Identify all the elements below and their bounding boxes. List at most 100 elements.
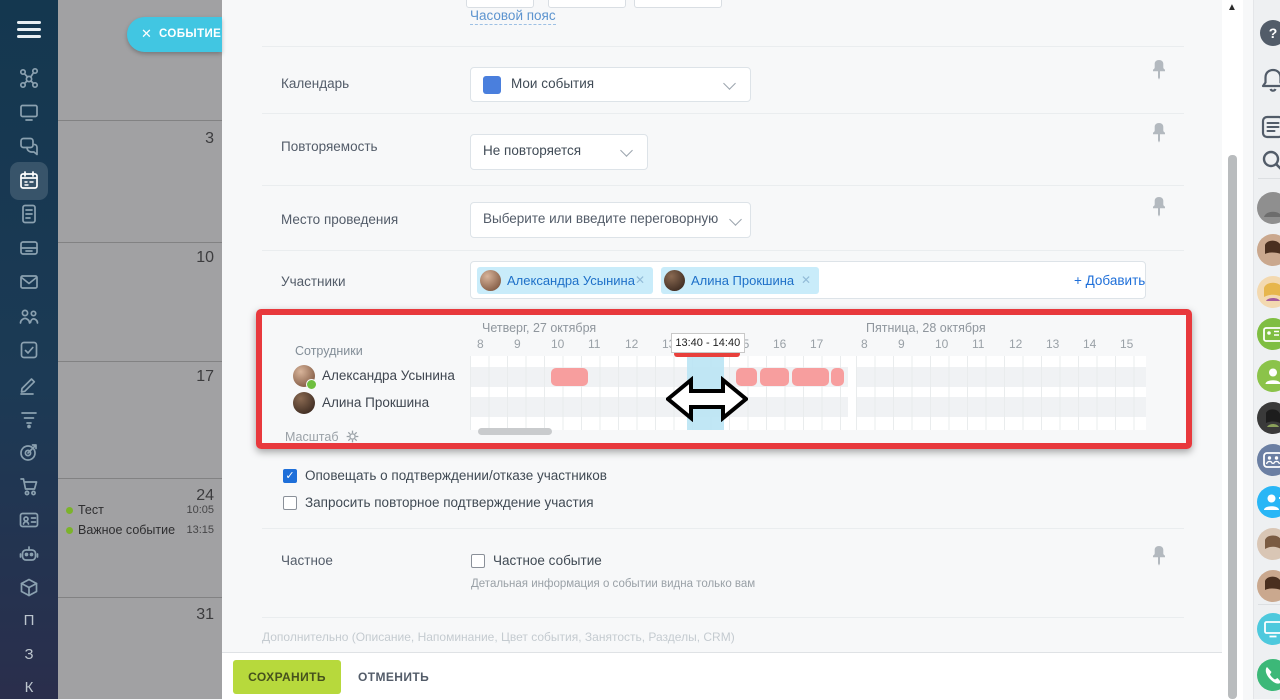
event-edit-page: ПЗК 310172431 Тест 10:05 Важное событие … — [0, 0, 1280, 699]
location-select[interactable]: Выберите или введите переговорную — [470, 202, 751, 238]
search-icon[interactable] — [1256, 144, 1280, 178]
close-event-slider-button[interactable]: ✕ СОБЫТИЕ — [127, 17, 222, 52]
form-footer: СОХРАНИТЬ ОТМЕНИТЬ — [222, 652, 1243, 700]
right-toolbar: ? — [1253, 0, 1280, 699]
pin-icon[interactable] — [1152, 197, 1166, 217]
hour-tick-label: 10 — [935, 337, 948, 351]
sidebar-item-chat-icon[interactable] — [17, 134, 41, 158]
participants-input[interactable]: Александра Усынина ✕ Алина Прокшина ✕ + … — [470, 261, 1146, 299]
page-scrollbar[interactable]: ▲ — [1222, 0, 1243, 699]
busy-time-block[interactable] — [792, 368, 829, 386]
event-color-dot — [66, 507, 73, 514]
hour-tick-label: 12 — [625, 337, 638, 351]
user-avatar[interactable] — [1256, 401, 1280, 435]
calendar-field-label: Календарь — [281, 76, 349, 91]
online-status-dot — [306, 379, 317, 390]
sidebar-item-cart-icon[interactable] — [17, 474, 41, 498]
hour-tick-label: 17 — [810, 337, 823, 351]
remove-participant-icon[interactable]: ✕ — [635, 273, 645, 287]
calendar-date-number[interactable]: 10 — [154, 249, 214, 267]
user-avatar[interactable] — [1256, 569, 1280, 603]
gear-icon[interactable] — [346, 430, 359, 443]
busy-time-block[interactable] — [551, 368, 588, 386]
hour-tick-label: 8 — [861, 337, 868, 351]
sidebar-item-letter[interactable]: К — [0, 679, 58, 696]
calendar-color-swatch — [483, 76, 501, 94]
scrollbar-thumb[interactable] — [1228, 155, 1237, 699]
invite-users-icon[interactable] — [1256, 317, 1280, 351]
planner-list-icon[interactable] — [1256, 110, 1280, 144]
sidebar-item-filter-icon[interactable] — [17, 406, 41, 430]
user-avatar[interactable] — [1256, 191, 1280, 225]
user-avatar[interactable] — [1256, 527, 1280, 561]
user-avatar[interactable] — [1256, 275, 1280, 309]
participant-chip[interactable]: Алина Прокшина ✕ — [661, 267, 819, 294]
additional-settings-link[interactable]: Дополнительно (Описание, Напоминание, Цв… — [262, 630, 1022, 645]
calendar-date-number[interactable]: 31 — [154, 606, 214, 624]
busy-time-block[interactable] — [736, 368, 757, 386]
add-user-icon[interactable] — [1256, 485, 1280, 519]
calendar-event-item[interactable]: Важное событие 13:15 — [66, 523, 216, 539]
private-event-hint: Детальная информация о событии видна тол… — [471, 578, 755, 590]
close-icon[interactable]: ✕ — [141, 26, 152, 42]
timezone-link[interactable]: Часовой пояс — [470, 8, 556, 25]
grid-hour-lines — [856, 356, 1146, 430]
sidebar-item-tasks-icon[interactable] — [17, 338, 41, 362]
pin-icon[interactable] — [1152, 123, 1166, 143]
sidebar-item-robot-icon[interactable] — [17, 542, 41, 566]
private-field-label: Частное — [281, 553, 333, 568]
save-button[interactable]: СОХРАНИТЬ — [233, 660, 341, 694]
sidebar-item-mail-icon[interactable] — [17, 270, 41, 294]
pin-icon[interactable] — [1152, 546, 1166, 566]
sidebar-item-letter[interactable]: П — [0, 612, 58, 629]
availability-grid[interactable] — [470, 356, 1146, 430]
remove-participant-icon[interactable]: ✕ — [801, 273, 811, 287]
rail-divider — [1258, 178, 1280, 179]
employee-icon[interactable] — [1256, 359, 1280, 393]
hour-tick-label: 9 — [514, 337, 521, 351]
group-chat-icon[interactable] — [1256, 443, 1280, 477]
event-time: 13:15 — [186, 524, 214, 536]
sidebar-item-letter[interactable]: З — [0, 646, 58, 663]
scroll-up-arrow[interactable]: ▲ — [1227, 2, 1237, 13]
sidebar-item-cube-icon[interactable] — [17, 576, 41, 600]
participant-chip[interactable]: Александра Усынина ✕ — [477, 267, 653, 294]
date-input-partial[interactable] — [466, 0, 534, 8]
time-input-partial[interactable] — [548, 0, 626, 8]
sidebar-item-contacts-icon[interactable] — [17, 508, 41, 532]
sidebar-item-document-icon[interactable] — [17, 202, 41, 226]
private-event-checkbox[interactable] — [471, 554, 485, 568]
participants-field-label: Участники — [281, 274, 346, 289]
time-range-tooltip: 13:40 - 14:40 — [671, 333, 745, 353]
scale-control[interactable]: Масштаб — [285, 430, 359, 444]
sidebar-item-sign-icon[interactable] — [17, 372, 41, 396]
sidebar-item-network-icon[interactable] — [17, 66, 41, 90]
sidebar-item-drive-icon[interactable] — [17, 236, 41, 260]
sidebar-item-desktop-icon[interactable] — [17, 100, 41, 124]
sidebar-item-calendar-icon[interactable] — [17, 168, 41, 192]
notify-confirmation-checkbox[interactable]: ✓ — [283, 469, 297, 483]
add-participant-button[interactable]: + Добавить — [1074, 273, 1145, 288]
time-input-partial[interactable] — [634, 0, 722, 8]
calendar-date-number[interactable]: 3 — [154, 130, 214, 148]
calendar-select[interactable]: Мои события — [470, 67, 751, 102]
sidebar-item-target-icon[interactable] — [17, 440, 41, 464]
user-avatar[interactable] — [1256, 233, 1280, 267]
scheduler-hscrollbar-thumb[interactable] — [478, 428, 552, 435]
repeat-select[interactable]: Не повторяется — [470, 134, 648, 170]
sidebar-item-people-icon[interactable] — [17, 304, 41, 328]
hamburger-menu-icon[interactable] — [17, 21, 41, 39]
avatar — [293, 392, 315, 414]
busy-time-block[interactable] — [760, 368, 788, 386]
telephony-icon[interactable] — [1256, 658, 1280, 692]
busy-time-block[interactable] — [831, 368, 844, 386]
help-icon[interactable]: ? — [1256, 16, 1280, 50]
calendar-event-item[interactable]: Тест 10:05 — [66, 503, 216, 519]
request-reconfirmation-checkbox[interactable] — [283, 496, 297, 510]
notifications-bell-icon[interactable] — [1256, 64, 1280, 98]
calendar-date-number[interactable]: 17 — [154, 368, 214, 386]
desktop-app-icon[interactable] — [1256, 612, 1280, 646]
selected-time-column[interactable] — [687, 356, 724, 430]
cancel-button[interactable]: ОТМЕНИТЬ — [358, 670, 429, 684]
pin-icon[interactable] — [1152, 60, 1166, 80]
